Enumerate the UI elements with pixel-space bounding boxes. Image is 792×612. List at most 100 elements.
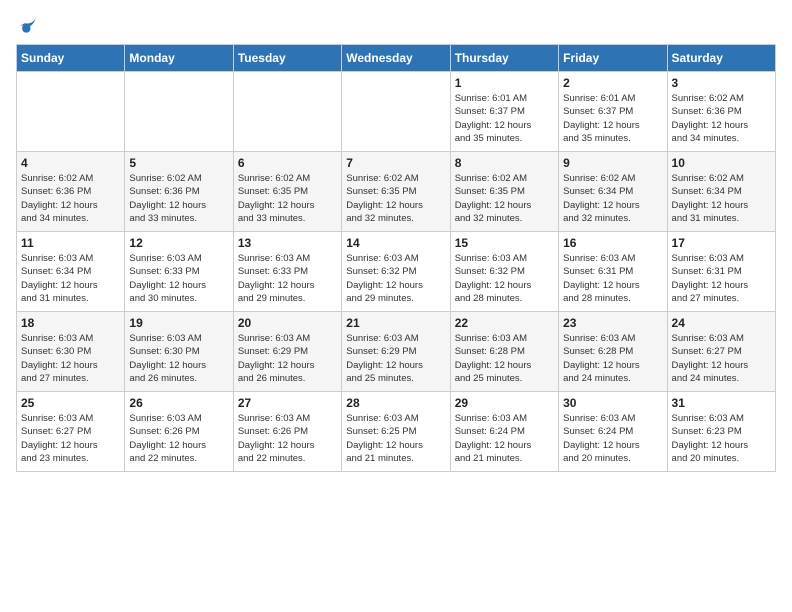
day-number: 10 bbox=[672, 156, 771, 170]
day-info: Sunrise: 6:02 AMSunset: 6:34 PMDaylight:… bbox=[563, 172, 662, 225]
day-info: Sunrise: 6:03 AMSunset: 6:26 PMDaylight:… bbox=[238, 412, 337, 465]
calendar-cell bbox=[17, 72, 125, 152]
calendar-cell: 29 Sunrise: 6:03 AMSunset: 6:24 PMDayligh… bbox=[450, 392, 558, 472]
day-info: Sunrise: 6:03 AMSunset: 6:34 PMDaylight:… bbox=[21, 252, 120, 305]
calendar-cell: 24Sunrise: 6:03 AMSunset: 6:27 PMDayligh… bbox=[667, 312, 775, 392]
calendar-cell: 18 Sunrise: 6:03 AMSunset: 6:30 PMDayligh… bbox=[17, 312, 125, 392]
calendar-week-5: 25 Sunrise: 6:03 AMSunset: 6:27 PMDayligh… bbox=[17, 392, 776, 472]
day-number: 11 bbox=[21, 236, 120, 250]
day-number: 28 bbox=[346, 396, 445, 410]
calendar-cell bbox=[342, 72, 450, 152]
day-number: 4 bbox=[21, 156, 120, 170]
day-info: Sunrise: 6:02 AMSunset: 6:34 PMDaylight:… bbox=[672, 172, 771, 225]
day-number: 2 bbox=[563, 76, 662, 90]
day-number: 9 bbox=[563, 156, 662, 170]
day-info: Sunrise: 6:03 AMSunset: 6:24 PMDaylight:… bbox=[563, 412, 662, 465]
calendar-cell: 26Sunrise: 6:03 AMSunset: 6:26 PMDayligh… bbox=[125, 392, 233, 472]
day-info: Sunrise: 6:03 AMSunset: 6:33 PMDaylight:… bbox=[238, 252, 337, 305]
calendar-week-4: 18 Sunrise: 6:03 AMSunset: 6:30 PMDayligh… bbox=[17, 312, 776, 392]
day-info: Sunrise: 6:03 AMSunset: 6:28 PMDaylight:… bbox=[563, 332, 662, 385]
calendar-cell: 8 Sunrise: 6:02 AMSunset: 6:35 PMDaylight… bbox=[450, 152, 558, 232]
calendar-table: SundayMondayTuesdayWednesdayThursdayFrid… bbox=[16, 44, 776, 472]
calendar-cell: 16 Sunrise: 6:03 AMSunset: 6:31 PMDayligh… bbox=[559, 232, 667, 312]
calendar-cell: 20 Sunrise: 6:03 AMSunset: 6:29 PMDayligh… bbox=[233, 312, 341, 392]
logo bbox=[16, 16, 38, 36]
header-day-sunday: Sunday bbox=[17, 45, 125, 72]
day-info: Sunrise: 6:03 AMSunset: 6:27 PMDaylight:… bbox=[21, 412, 120, 465]
day-info: Sunrise: 6:03 AMSunset: 6:32 PMDaylight:… bbox=[346, 252, 445, 305]
day-info: Sunrise: 6:01 AMSunset: 6:37 PMDaylight:… bbox=[563, 92, 662, 145]
header-day-saturday: Saturday bbox=[667, 45, 775, 72]
calendar-cell: 11 Sunrise: 6:03 AMSunset: 6:34 PMDayligh… bbox=[17, 232, 125, 312]
day-info: Sunrise: 6:02 AMSunset: 6:35 PMDaylight:… bbox=[238, 172, 337, 225]
header-day-tuesday: Tuesday bbox=[233, 45, 341, 72]
calendar-cell: 12Sunrise: 6:03 AMSunset: 6:33 PMDayligh… bbox=[125, 232, 233, 312]
day-number: 7 bbox=[346, 156, 445, 170]
day-number: 17 bbox=[672, 236, 771, 250]
header-day-wednesday: Wednesday bbox=[342, 45, 450, 72]
day-number: 18 bbox=[21, 316, 120, 330]
day-number: 16 bbox=[563, 236, 662, 250]
calendar-cell bbox=[125, 72, 233, 152]
day-info: Sunrise: 6:03 AMSunset: 6:33 PMDaylight:… bbox=[129, 252, 228, 305]
calendar-header: SundayMondayTuesdayWednesdayThursdayFrid… bbox=[17, 45, 776, 72]
calendar-cell: 7 Sunrise: 6:02 AMSunset: 6:35 PMDaylight… bbox=[342, 152, 450, 232]
calendar-cell: 21 Sunrise: 6:03 AMSunset: 6:29 PMDayligh… bbox=[342, 312, 450, 392]
calendar-week-3: 11 Sunrise: 6:03 AMSunset: 6:34 PMDayligh… bbox=[17, 232, 776, 312]
calendar-cell: 14 Sunrise: 6:03 AMSunset: 6:32 PMDayligh… bbox=[342, 232, 450, 312]
day-number: 8 bbox=[455, 156, 554, 170]
day-number: 21 bbox=[346, 316, 445, 330]
day-info: Sunrise: 6:03 AMSunset: 6:30 PMDaylight:… bbox=[21, 332, 120, 385]
day-number: 30 bbox=[563, 396, 662, 410]
day-info: Sunrise: 6:02 AMSunset: 6:35 PMDaylight:… bbox=[455, 172, 554, 225]
day-number: 3 bbox=[672, 76, 771, 90]
header-day-friday: Friday bbox=[559, 45, 667, 72]
calendar-cell: 30 Sunrise: 6:03 AMSunset: 6:24 PMDayligh… bbox=[559, 392, 667, 472]
day-number: 25 bbox=[21, 396, 120, 410]
day-number: 6 bbox=[238, 156, 337, 170]
header bbox=[16, 16, 776, 36]
calendar-cell: 25 Sunrise: 6:03 AMSunset: 6:27 PMDayligh… bbox=[17, 392, 125, 472]
header-day-thursday: Thursday bbox=[450, 45, 558, 72]
calendar-cell: 28 Sunrise: 6:03 AMSunset: 6:25 PMDayligh… bbox=[342, 392, 450, 472]
day-number: 13 bbox=[238, 236, 337, 250]
calendar-cell: 6 Sunrise: 6:02 AMSunset: 6:35 PMDaylight… bbox=[233, 152, 341, 232]
day-number: 1 bbox=[455, 76, 554, 90]
day-number: 26 bbox=[129, 396, 228, 410]
day-info: Sunrise: 6:03 AMSunset: 6:28 PMDaylight:… bbox=[455, 332, 554, 385]
calendar-cell: 1 Sunrise: 6:01 AMSunset: 6:37 PMDaylight… bbox=[450, 72, 558, 152]
day-info: Sunrise: 6:03 AMSunset: 6:25 PMDaylight:… bbox=[346, 412, 445, 465]
calendar-cell: 5Sunrise: 6:02 AMSunset: 6:36 PMDaylight… bbox=[125, 152, 233, 232]
header-day-monday: Monday bbox=[125, 45, 233, 72]
day-info: Sunrise: 6:03 AMSunset: 6:31 PMDaylight:… bbox=[672, 252, 771, 305]
day-number: 23 bbox=[563, 316, 662, 330]
day-number: 15 bbox=[455, 236, 554, 250]
day-number: 22 bbox=[455, 316, 554, 330]
calendar-cell: 27Sunrise: 6:03 AMSunset: 6:26 PMDayligh… bbox=[233, 392, 341, 472]
day-number: 14 bbox=[346, 236, 445, 250]
day-info: Sunrise: 6:02 AMSunset: 6:35 PMDaylight:… bbox=[346, 172, 445, 225]
calendar-cell: 15Sunrise: 6:03 AMSunset: 6:32 PMDayligh… bbox=[450, 232, 558, 312]
day-number: 19 bbox=[129, 316, 228, 330]
calendar-cell: 9 Sunrise: 6:02 AMSunset: 6:34 PMDaylight… bbox=[559, 152, 667, 232]
day-number: 29 bbox=[455, 396, 554, 410]
calendar-cell: 10 Sunrise: 6:02 AMSunset: 6:34 PMDayligh… bbox=[667, 152, 775, 232]
day-info: Sunrise: 6:03 AMSunset: 6:31 PMDaylight:… bbox=[563, 252, 662, 305]
day-info: Sunrise: 6:02 AMSunset: 6:36 PMDaylight:… bbox=[129, 172, 228, 225]
day-info: Sunrise: 6:03 AMSunset: 6:29 PMDaylight:… bbox=[346, 332, 445, 385]
calendar-cell: 22 Sunrise: 6:03 AMSunset: 6:28 PMDayligh… bbox=[450, 312, 558, 392]
calendar-cell: 17 Sunrise: 6:03 AMSunset: 6:31 PMDayligh… bbox=[667, 232, 775, 312]
day-info: Sunrise: 6:02 AMSunset: 6:36 PMDaylight:… bbox=[21, 172, 120, 225]
calendar-cell: 13 Sunrise: 6:03 AMSunset: 6:33 PMDayligh… bbox=[233, 232, 341, 312]
calendar-cell: 2 Sunrise: 6:01 AMSunset: 6:37 PMDaylight… bbox=[559, 72, 667, 152]
calendar-cell: 4 Sunrise: 6:02 AMSunset: 6:36 PMDaylight… bbox=[17, 152, 125, 232]
day-info: Sunrise: 6:03 AMSunset: 6:23 PMDaylight:… bbox=[672, 412, 771, 465]
day-info: Sunrise: 6:03 AMSunset: 6:30 PMDaylight:… bbox=[129, 332, 228, 385]
calendar-cell: 3 Sunrise: 6:02 AMSunset: 6:36 PMDaylight… bbox=[667, 72, 775, 152]
calendar-cell: 23 Sunrise: 6:03 AMSunset: 6:28 PMDayligh… bbox=[559, 312, 667, 392]
day-info: Sunrise: 6:03 AMSunset: 6:29 PMDaylight:… bbox=[238, 332, 337, 385]
day-info: Sunrise: 6:01 AMSunset: 6:37 PMDaylight:… bbox=[455, 92, 554, 145]
day-info: Sunrise: 6:02 AMSunset: 6:36 PMDaylight:… bbox=[672, 92, 771, 145]
day-info: Sunrise: 6:03 AMSunset: 6:24 PMDaylight:… bbox=[455, 412, 554, 465]
day-number: 20 bbox=[238, 316, 337, 330]
